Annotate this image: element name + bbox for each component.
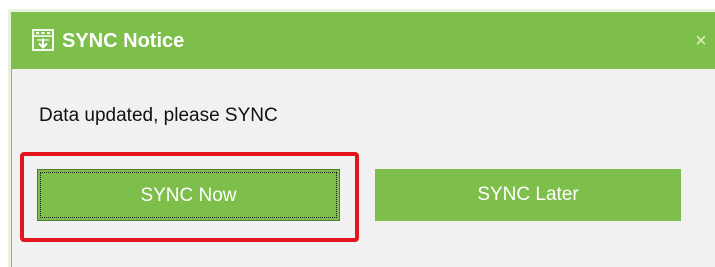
sync-app-icon — [32, 29, 54, 51]
close-icon[interactable]: × — [687, 30, 715, 54]
dialog-title: SYNC Notice — [62, 30, 185, 52]
notice-message: Data updated, please SYNC — [39, 105, 278, 126]
sync-now-label: SYNC Now — [140, 185, 237, 206]
sync-later-label: SYNC Later — [477, 184, 579, 205]
sync-later-button[interactable]: SYNC Later — [375, 169, 681, 221]
sync-now-button[interactable]: SYNC Now — [37, 169, 340, 221]
dialog-titlebar: SYNC Notice × — [12, 13, 715, 69]
